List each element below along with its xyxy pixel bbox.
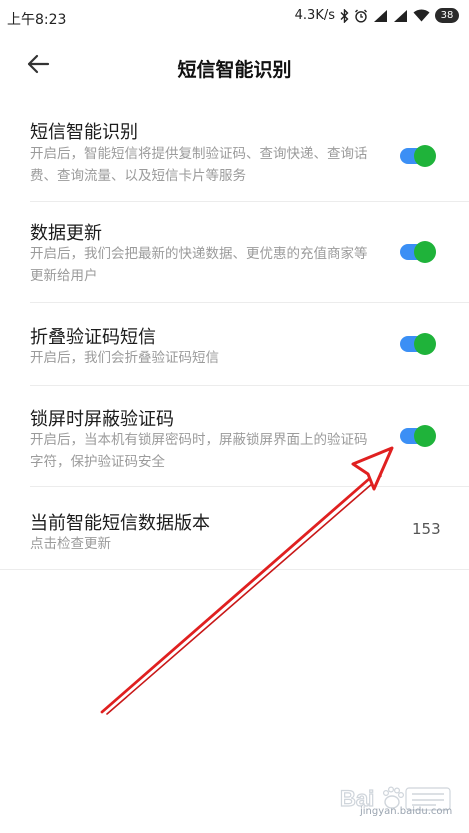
header: 短信智能识别: [0, 42, 469, 92]
version-title: 当前智能短信数据版本: [30, 513, 210, 534]
version-row[interactable]: 当前智能短信数据版本 点击检查更新 153: [0, 487, 469, 570]
status-bar: 上午8:23 4.3K/s 38: [0, 0, 469, 34]
setting-title: 折叠验证码短信: [30, 327, 156, 348]
status-icons: 4.3K/s 38: [295, 8, 459, 23]
divider: [0, 569, 469, 570]
toggle-switch-data-update[interactable]: [400, 241, 436, 263]
setting-description: 开启后，我们会折叠验证码短信: [30, 350, 219, 366]
setting-description: 开启后，当本机有锁屏密码时，屏蔽锁屏界面上的验证码字符，保护验证码安全: [30, 432, 368, 470]
setting-row-smart-recognition[interactable]: 短信智能识别 开启后，智能短信将提供复制验证码、查询快递、查询话费、查询流量、以…: [0, 108, 469, 202]
alarm-icon: [354, 9, 368, 23]
toggle-switch-smart-recognition[interactable]: [400, 145, 436, 167]
bluetooth-icon: [340, 8, 349, 23]
setting-description: 开启后，我们会把最新的快递数据、更优惠的充值商家等更新给用户: [30, 246, 368, 284]
setting-row-lockscreen-hide-code[interactable]: 锁屏时屏蔽验证码 开启后，当本机有锁屏密码时，屏蔽锁屏界面上的验证码字符，保护验…: [0, 386, 469, 487]
toggle-switch-fold-verification[interactable]: [400, 333, 436, 355]
battery-icon: 38: [435, 8, 459, 23]
toggle-switch-lockscreen-hide-code[interactable]: [400, 425, 436, 447]
toggle-knob: [414, 241, 436, 263]
check-update-link: 点击检查更新: [30, 536, 111, 552]
watermark-url: jingyan.baidu.com: [360, 806, 453, 817]
setting-title: 数据更新: [30, 223, 102, 244]
setting-title: 短信智能识别: [30, 122, 138, 143]
setting-row-fold-verification[interactable]: 折叠验证码短信 开启后，我们会折叠验证码短信: [0, 303, 469, 386]
toggle-knob: [414, 333, 436, 355]
setting-description: 开启后，智能短信将提供复制验证码、查询快递、查询话费、查询流量、以及短信卡片等服…: [30, 146, 368, 184]
version-number: 153: [412, 520, 441, 538]
signal-icon: [373, 9, 388, 23]
network-speed: 4.3K/s: [294, 8, 335, 23]
wifi-icon: [413, 9, 430, 22]
setting-row-data-update[interactable]: 数据更新 开启后，我们会把最新的快递数据、更优惠的充值商家等更新给用户: [0, 202, 469, 303]
page-title: 短信智能识别: [177, 59, 292, 81]
signal-icon: [393, 9, 408, 23]
toggle-knob: [414, 145, 436, 167]
status-time: 上午8:23: [7, 12, 67, 28]
toggle-knob: [414, 425, 436, 447]
setting-title: 锁屏时屏蔽验证码: [30, 409, 174, 430]
